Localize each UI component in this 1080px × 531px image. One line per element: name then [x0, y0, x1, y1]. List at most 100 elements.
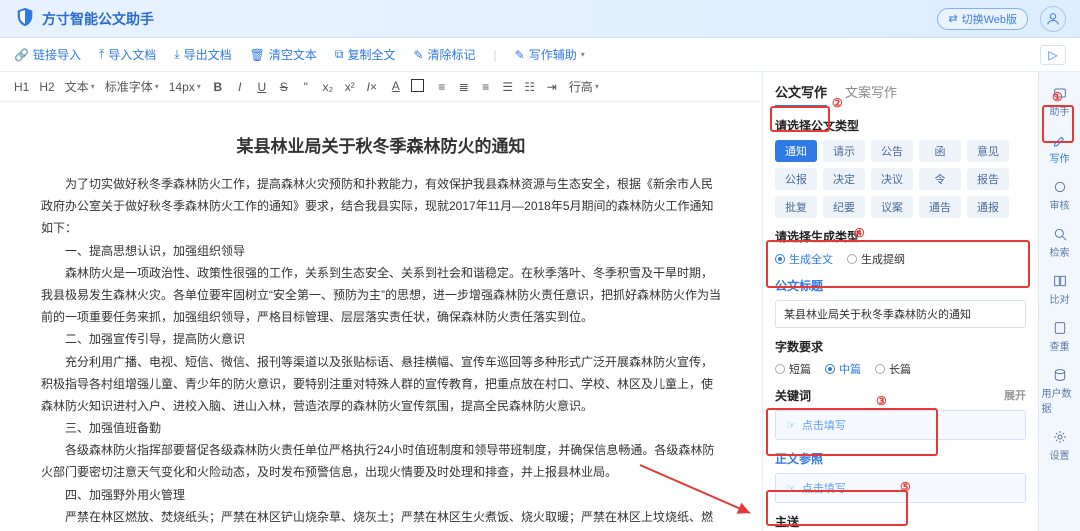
- type-option[interactable]: 意见: [967, 140, 1009, 162]
- heading-h2[interactable]: H2: [39, 80, 54, 94]
- sidebar-item-search[interactable]: 检索: [1042, 221, 1078, 264]
- section-type-label: 请选择公文类型: [775, 117, 1026, 134]
- type-option[interactable]: 函: [919, 140, 961, 162]
- sidebar-item-write[interactable]: 写作: [1042, 127, 1078, 170]
- doc-paragraph: 二、加强宣传引导，提高防火意识: [41, 328, 721, 350]
- text-mode-select[interactable]: 文本▾: [65, 78, 95, 95]
- align-center-button[interactable]: ≣: [457, 80, 471, 94]
- sidebar-item-review[interactable]: 审核: [1042, 174, 1078, 217]
- type-option[interactable]: 决定: [823, 168, 865, 190]
- type-option[interactable]: 议案: [871, 196, 913, 218]
- align-right-button[interactable]: ≡: [479, 80, 493, 94]
- switch-web-button[interactable]: ⇄ 切换Web版: [937, 8, 1028, 30]
- radio-gen-outline[interactable]: 生成提纲: [847, 251, 905, 267]
- doc-paragraph: 三、加强值班备勤: [41, 417, 721, 439]
- collapse-panel-button[interactable]: ▷: [1040, 45, 1066, 65]
- align-left-button[interactable]: ≡: [435, 80, 449, 94]
- size-select[interactable]: 14px▾: [169, 80, 201, 94]
- tab-official-writing[interactable]: 公文写作: [775, 82, 827, 107]
- action-import-doc[interactable]: ⤒ 导入文档: [99, 46, 156, 63]
- sidebar-item-label: 写作: [1050, 150, 1070, 165]
- type-option[interactable]: 通告: [919, 196, 961, 218]
- expand-button[interactable]: 展开: [1004, 387, 1026, 403]
- strike-button[interactable]: S: [277, 80, 291, 94]
- sidebar-item-settings[interactable]: 设置: [1042, 424, 1078, 467]
- title-input[interactable]: [775, 300, 1026, 328]
- sidebar-item-label: 设置: [1050, 447, 1070, 462]
- sidebar-item-assistant[interactable]: 助手: [1042, 80, 1078, 123]
- type-option[interactable]: 批复: [775, 196, 817, 218]
- action-copy-all[interactable]: ⧉复制全文: [335, 46, 396, 63]
- gen-radio-row: 生成全文 生成提纲: [775, 251, 1026, 267]
- heading-h1[interactable]: H1: [14, 80, 29, 94]
- type-grid: 通知 请示 公告 函 意见 公报 决定 决议 令 报告 批复 纪要 议案 通告 …: [775, 140, 1026, 218]
- action-clear-marks[interactable]: ✎清除标记: [413, 46, 475, 63]
- action-label: 链接导入: [33, 46, 81, 63]
- tab-copy-writing[interactable]: 文案写作: [845, 82, 897, 107]
- section-title-label: 公文标题: [775, 277, 1026, 294]
- download-icon: ⤓: [174, 47, 179, 62]
- document-area[interactable]: 某县林业局关于秋冬季森林防火的通知 为了切实做好秋冬季森林防火工作，提高森林火灾…: [0, 102, 762, 531]
- radio-wc-short[interactable]: 短篇: [775, 361, 811, 377]
- separator: |: [494, 48, 497, 62]
- sidebar-item-plagiarism[interactable]: 查重: [1042, 315, 1078, 358]
- sidebar-item-label: 审核: [1050, 197, 1070, 212]
- upload-icon: ⤒: [99, 47, 104, 62]
- sidebar-item-compare[interactable]: 比对: [1042, 268, 1078, 311]
- avatar[interactable]: [1040, 6, 1066, 32]
- action-link-import[interactable]: 🔗链接导入: [14, 46, 81, 63]
- line-height-select[interactable]: 行高▾: [569, 78, 599, 95]
- editor-column: H1 H2 文本▾ 标准字体▾ 14px▾ B I U S " x₂ x² I×…: [0, 72, 763, 531]
- subscript-button[interactable]: x₂: [321, 80, 335, 94]
- underline-button[interactable]: U: [255, 80, 269, 94]
- type-option[interactable]: 令: [919, 168, 961, 190]
- placeholder-text: 点击填写: [802, 417, 846, 433]
- sidebar-item-label: 用户数据: [1042, 385, 1078, 415]
- switch-web-label: 切换Web版: [962, 11, 1017, 27]
- keyword-input[interactable]: ☞ 点击填写: [775, 410, 1026, 440]
- chevron-down-icon: ▾: [581, 50, 585, 59]
- action-label: 导出文档: [184, 46, 232, 63]
- section-topic-label: 主送: [775, 513, 1026, 530]
- action-label: 导入文档: [108, 46, 156, 63]
- placeholder-text: 点击填写: [802, 480, 846, 496]
- italic-button[interactable]: I: [233, 80, 247, 94]
- clear-format-button[interactable]: I×: [365, 80, 379, 94]
- type-option[interactable]: 通报: [967, 196, 1009, 218]
- action-export-doc[interactable]: ⤓ 导出文档: [174, 46, 231, 63]
- action-writing-aid[interactable]: ✎写作辅助 ▾: [515, 46, 585, 63]
- type-option[interactable]: 请示: [823, 140, 865, 162]
- quote-button[interactable]: ": [299, 80, 313, 94]
- radio-label: 短篇: [789, 361, 811, 377]
- bold-button[interactable]: B: [211, 80, 225, 94]
- main: H1 H2 文本▾ 标准字体▾ 14px▾ B I U S " x₂ x² I×…: [0, 72, 1080, 531]
- type-option[interactable]: 公告: [871, 140, 913, 162]
- section-keyword-label: 关键词展开: [775, 387, 1026, 404]
- indent-button[interactable]: ⇥: [545, 80, 559, 94]
- type-option[interactable]: 通知: [775, 140, 817, 162]
- radio-gen-full[interactable]: 生成全文: [775, 251, 833, 267]
- bg-color-button[interactable]: [411, 79, 425, 95]
- superscript-button[interactable]: x²: [343, 80, 357, 94]
- type-option[interactable]: 报告: [967, 168, 1009, 190]
- radio-wc-long[interactable]: 长篇: [875, 361, 911, 377]
- hand-icon: ☞: [786, 419, 796, 432]
- right-panel: 公文写作 文案写作 请选择公文类型 通知 请示 公告 函 意见 公报 决定 决议…: [763, 72, 1038, 531]
- type-option[interactable]: 纪要: [823, 196, 865, 218]
- radio-wc-mid[interactable]: 中篇: [825, 361, 861, 377]
- radio-label: 生成提纲: [861, 251, 905, 267]
- font-select[interactable]: 标准字体▾: [105, 78, 159, 95]
- list-ol-button[interactable]: ☰: [501, 80, 515, 94]
- list-ul-button[interactable]: ☷: [523, 80, 537, 94]
- doc-paragraph: 充分利用广播、电视、短信、微信、报刊等渠道以及张贴标语、悬挂横幅、宣传车巡回等多…: [41, 351, 721, 418]
- type-option[interactable]: 公报: [775, 168, 817, 190]
- type-option[interactable]: 决议: [871, 168, 913, 190]
- action-label: 写作辅助: [529, 46, 577, 63]
- text-color-button[interactable]: A: [389, 79, 403, 95]
- action-clear-text[interactable]: 🗑清空文本: [250, 46, 317, 63]
- chevron-down-icon: ▾: [197, 82, 201, 91]
- sidebar-item-userdata[interactable]: 用户数据: [1042, 362, 1078, 420]
- action-label: 清空文本: [269, 46, 317, 63]
- reference-input[interactable]: ☞ 点击填写: [775, 473, 1026, 503]
- section-ref-label: 正文参照: [775, 450, 1026, 467]
